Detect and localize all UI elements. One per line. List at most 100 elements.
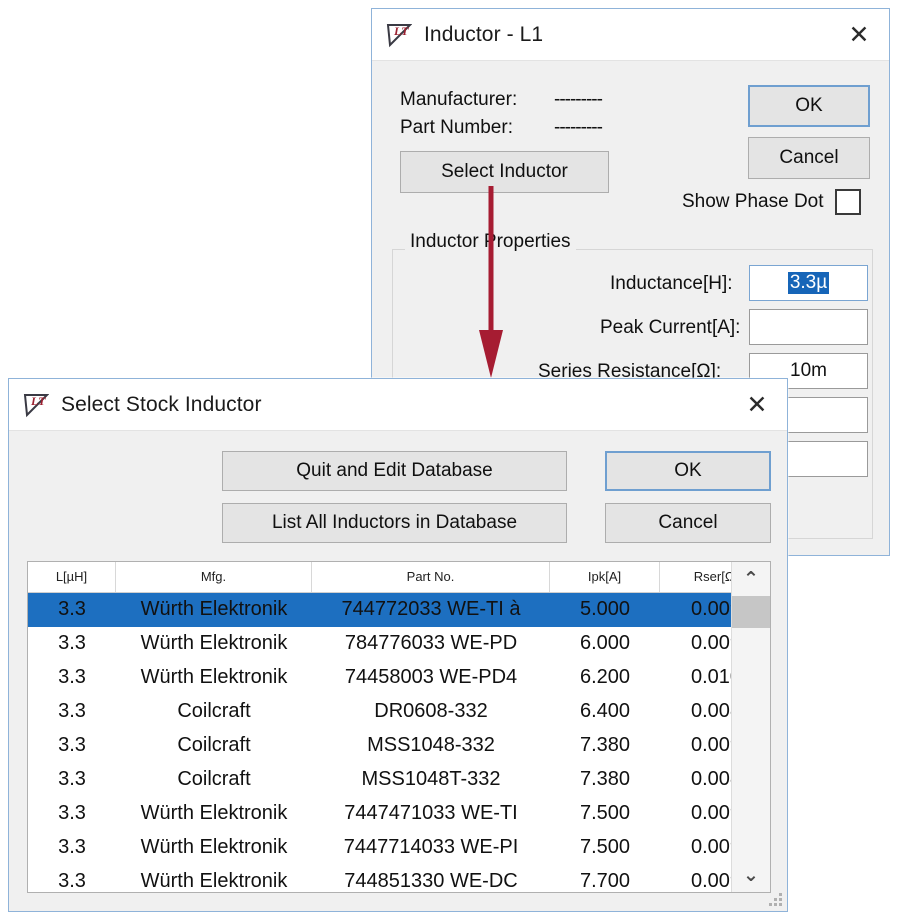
cell-part-no: 784776033 WE-PD bbox=[312, 627, 550, 661]
cell-mfg: Coilcraft bbox=[116, 729, 312, 763]
cell-inductance: 3.3 bbox=[28, 831, 116, 865]
inductance-input[interactable]: 3.3µ bbox=[749, 265, 868, 301]
cell-inductance: 3.3 bbox=[28, 661, 116, 695]
vertical-scrollbar[interactable]: ⌃ ⌄ bbox=[731, 562, 770, 892]
inductor-properties-title: Inductor Properties bbox=[405, 231, 576, 253]
scroll-up-icon[interactable]: ⌃ bbox=[732, 562, 770, 596]
cancel-button[interactable]: Cancel bbox=[605, 503, 771, 543]
part-number-label: Part Number: bbox=[400, 117, 513, 139]
cell-ipk: 7.500 bbox=[550, 797, 660, 831]
cell-ipk: 5.000 bbox=[550, 593, 660, 627]
stock-dialog-titlebar[interactable]: LT Select Stock Inductor ✕ bbox=[9, 379, 787, 431]
table-row[interactable]: 3.3Würth Elektronik784776033 WE-PD6.0000… bbox=[28, 627, 731, 661]
cell-rser: 0.008 bbox=[660, 763, 731, 797]
select-stock-inductor-dialog: LT Select Stock Inductor ✕ Quit and Edit… bbox=[8, 378, 788, 912]
cell-ipk: 7.500 bbox=[550, 831, 660, 865]
table-row[interactable]: 3.3Würth Elektronik7447714033 WE-PI7.500… bbox=[28, 831, 731, 865]
cell-inductance: 3.3 bbox=[28, 865, 116, 893]
scrollbar-track[interactable] bbox=[732, 596, 770, 858]
peak-current-input[interactable] bbox=[749, 309, 868, 345]
cell-rser: 0.009 bbox=[660, 797, 731, 831]
svg-text:LT: LT bbox=[393, 24, 409, 38]
table-row[interactable]: 3.3Würth Elektronik7447471033 WE-TI7.500… bbox=[28, 797, 731, 831]
stock-dialog-title: Select Stock Inductor bbox=[61, 393, 737, 417]
peak-current-label: Peak Current[A]: bbox=[600, 317, 740, 339]
stock-inductor-table: L[µH] Mfg. Part No. Ipk[A] Rser[Ω] 3.3Wü… bbox=[28, 562, 731, 892]
scrollbar-thumb[interactable] bbox=[732, 596, 770, 628]
ok-button[interactable]: OK bbox=[605, 451, 771, 491]
cell-mfg: Würth Elektronik bbox=[116, 797, 312, 831]
series-resistance-value: 10m bbox=[790, 360, 827, 382]
show-phase-dot-label: Show Phase Dot bbox=[682, 191, 824, 213]
cell-rser: 0.009 bbox=[660, 627, 731, 661]
cell-inductance: 3.3 bbox=[28, 763, 116, 797]
column-header-inductance-label: L[µH] bbox=[28, 562, 116, 592]
cell-mfg: Coilcraft bbox=[116, 763, 312, 797]
inductance-value: 3.3µ bbox=[788, 272, 829, 294]
cell-mfg: Würth Elektronik bbox=[116, 593, 312, 627]
cell-part-no: 7447471033 WE-TI bbox=[312, 797, 550, 831]
column-header-ipk-label: Ipk[A] bbox=[550, 562, 660, 592]
cell-part-no: DR0608-332 bbox=[312, 695, 550, 729]
cell-part-no: 744851330 WE-DC bbox=[312, 865, 550, 893]
inductance-label: Inductance[H]: bbox=[610, 273, 733, 295]
manufacturer-label: Manufacturer: bbox=[400, 89, 517, 111]
table-row[interactable]: 3.3CoilcraftDR0608-3326.4000.008 bbox=[28, 695, 731, 729]
close-icon[interactable]: ✕ bbox=[839, 15, 879, 55]
resize-grip[interactable] bbox=[769, 893, 783, 907]
table-row[interactable]: 3.3Würth Elektronik744772033 WE-TI à5.00… bbox=[28, 593, 731, 627]
table-row[interactable]: 3.3CoilcraftMSS1048T-3327.3800.008 bbox=[28, 763, 731, 797]
cell-rser: 0.009 bbox=[660, 831, 731, 865]
cell-part-no: MSS1048T-332 bbox=[312, 763, 550, 797]
column-header-part-no[interactable]: Part No. bbox=[312, 562, 550, 593]
table-row[interactable]: 3.3CoilcraftMSS1048-3327.3800.009 bbox=[28, 729, 731, 763]
cell-mfg: Coilcraft bbox=[116, 695, 312, 729]
column-header-inductance[interactable]: L[µH] bbox=[28, 562, 116, 593]
ok-button[interactable]: OK bbox=[748, 85, 870, 127]
inductor-dialog-titlebar[interactable]: LT Inductor - L1 ✕ bbox=[372, 9, 889, 61]
cell-inductance: 3.3 bbox=[28, 627, 116, 661]
ltspice-logo-icon: LT bbox=[23, 392, 49, 418]
cell-ipk: 7.380 bbox=[550, 729, 660, 763]
cell-part-no: MSS1048-332 bbox=[312, 729, 550, 763]
table-body: 3.3Würth Elektronik744772033 WE-TI à5.00… bbox=[28, 593, 731, 893]
table-row[interactable]: 3.3Würth Elektronik74458003 WE-PD46.2000… bbox=[28, 661, 731, 695]
cell-inductance: 3.3 bbox=[28, 593, 116, 627]
cell-part-no: 74458003 WE-PD4 bbox=[312, 661, 550, 695]
cell-rser: 0.009 bbox=[660, 865, 731, 893]
cell-rser: 0.009 bbox=[660, 593, 731, 627]
manufacturer-value: --------- bbox=[554, 89, 602, 111]
stock-inductor-table-container: L[µH] Mfg. Part No. Ipk[A] Rser[Ω] 3.3Wü… bbox=[27, 561, 771, 893]
inductor-dialog-title: Inductor - L1 bbox=[424, 23, 839, 47]
cell-ipk: 7.380 bbox=[550, 763, 660, 797]
cell-ipk: 6.000 bbox=[550, 627, 660, 661]
column-header-mfg[interactable]: Mfg. bbox=[116, 562, 312, 593]
table-row[interactable]: 3.3Würth Elektronik744851330 WE-DC7.7000… bbox=[28, 865, 731, 893]
select-inductor-button[interactable]: Select Inductor bbox=[400, 151, 609, 193]
cell-inductance: 3.3 bbox=[28, 729, 116, 763]
cell-inductance: 3.3 bbox=[28, 695, 116, 729]
ltspice-logo-icon: LT bbox=[386, 22, 412, 48]
column-header-mfg-label: Mfg. bbox=[116, 562, 312, 592]
cell-ipk: 6.400 bbox=[550, 695, 660, 729]
scroll-down-icon[interactable]: ⌄ bbox=[732, 858, 770, 892]
svg-text:LT: LT bbox=[30, 394, 46, 408]
column-header-rser-label: Rser[Ω] bbox=[660, 562, 731, 592]
cell-mfg: Würth Elektronik bbox=[116, 627, 312, 661]
cell-rser: 0.010 bbox=[660, 661, 731, 695]
cell-rser: 0.008 bbox=[660, 695, 731, 729]
cell-part-no: 7447714033 WE-PI bbox=[312, 831, 550, 865]
show-phase-dot-checkbox[interactable] bbox=[835, 189, 861, 215]
cancel-button[interactable]: Cancel bbox=[748, 137, 870, 179]
list-all-inductors-button[interactable]: List All Inductors in Database bbox=[222, 503, 567, 543]
close-icon[interactable]: ✕ bbox=[737, 385, 777, 425]
column-header-ipk[interactable]: Ipk[A] bbox=[550, 562, 660, 593]
quit-and-edit-database-button[interactable]: Quit and Edit Database bbox=[222, 451, 567, 491]
column-header-part-no-label: Part No. bbox=[312, 562, 550, 592]
part-number-value: --------- bbox=[554, 117, 602, 139]
column-header-rser[interactable]: Rser[Ω] bbox=[660, 562, 731, 593]
cell-part-no: 744772033 WE-TI à bbox=[312, 593, 550, 627]
cell-rser: 0.009 bbox=[660, 729, 731, 763]
cell-ipk: 7.700 bbox=[550, 865, 660, 893]
cell-mfg: Würth Elektronik bbox=[116, 661, 312, 695]
